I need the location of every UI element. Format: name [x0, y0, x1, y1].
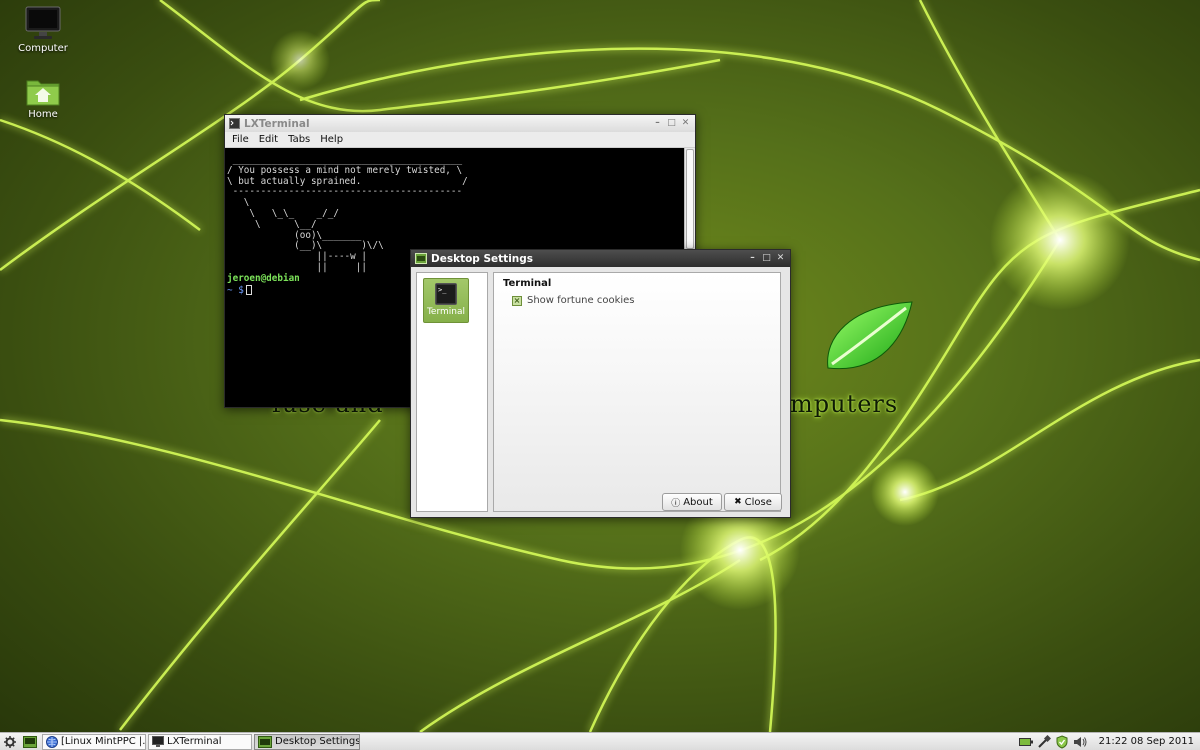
desktop-settings-window[interactable]: Desktop Settings – □ ✕ >_ Terminal Termi… — [410, 249, 791, 518]
settings-window-icon — [258, 735, 272, 748]
terminal-icon — [229, 118, 240, 129]
maximize-button[interactable]: □ — [666, 118, 677, 129]
lxterminal-titlebar[interactable]: LXTerminal – □ ✕ — [225, 115, 695, 132]
menu-edit[interactable]: Edit — [254, 134, 283, 145]
settings-panel: Terminal × Show fortune cookies ⓘ About … — [493, 272, 782, 512]
browser-globe-icon — [46, 735, 58, 748]
desktop-settings-titlebar[interactable]: Desktop Settings – □ ✕ — [411, 250, 790, 267]
close-button[interactable]: ✕ — [680, 118, 691, 129]
close-dialog-button[interactable]: ✖ Close — [724, 493, 782, 511]
computer-monitor-icon — [25, 6, 61, 39]
checkbox-checked-icon[interactable]: × — [512, 295, 522, 306]
about-label: About — [683, 496, 713, 508]
update-shield-icon[interactable] — [1053, 734, 1071, 749]
desktop-icon-computer[interactable]: Computer — [3, 6, 83, 54]
network-plug-icon[interactable] — [1035, 734, 1053, 749]
system-tray: 21:22 08 Sep 2011 — [1017, 733, 1200, 750]
menu-tabs[interactable]: Tabs — [283, 134, 315, 145]
desktop-icon-home[interactable]: Home — [3, 76, 83, 120]
about-button[interactable]: ⓘ About — [662, 493, 722, 511]
minimize-button[interactable]: – — [652, 118, 663, 129]
close-button[interactable]: ✕ — [775, 253, 786, 264]
section-heading: Terminal — [503, 278, 552, 289]
scrollbar-thumb[interactable] — [686, 149, 694, 249]
minimize-button[interactable]: – — [747, 253, 758, 264]
battery-icon[interactable] — [1017, 737, 1035, 747]
volume-icon[interactable] — [1071, 736, 1089, 748]
lxterminal-menubar: File Edit Tabs Help — [225, 132, 695, 148]
clock[interactable]: 21:22 08 Sep 2011 — [1089, 736, 1200, 747]
desktop-icon-label: Computer — [18, 43, 68, 54]
close-icon: ✖ — [734, 497, 742, 507]
menu-help[interactable]: Help — [315, 134, 348, 145]
gear-icon — [4, 735, 16, 748]
terminal-prompt: ~ $ — [227, 284, 244, 296]
window-title: Desktop Settings — [431, 252, 534, 265]
taskbar-task-lxterminal[interactable]: LXTerminal — [148, 733, 252, 750]
task-label: Desktop Settings — [275, 736, 360, 747]
settings-category-list: >_ Terminal — [416, 272, 488, 512]
home-folder-icon — [26, 80, 60, 106]
terminal-icon — [152, 736, 164, 747]
desktop-icon-label: Home — [28, 109, 58, 120]
task-label: [Linux MintPPC |... — [61, 736, 146, 747]
maximize-button[interactable]: □ — [761, 253, 772, 264]
terminal-cursor — [245, 284, 252, 295]
menu-file[interactable]: File — [227, 134, 254, 145]
mint-leaf-logo — [827, 301, 913, 370]
close-label: Close — [744, 496, 772, 508]
show-desktop-button[interactable] — [20, 733, 40, 750]
show-fortune-cookies-checkbox[interactable]: × Show fortune cookies — [512, 295, 635, 306]
terminal-icon: >_ — [435, 283, 457, 305]
category-terminal[interactable]: >_ Terminal — [423, 278, 469, 323]
window-title: LXTerminal — [244, 117, 310, 130]
wallpaper-text-right: mputers — [790, 390, 899, 418]
taskbar: [Linux MintPPC |... LXTerminal Desktop S… — [0, 732, 1200, 750]
settings-window-icon — [415, 253, 427, 264]
show-desktop-icon — [23, 735, 37, 748]
category-label: Terminal — [426, 307, 466, 317]
info-icon: ⓘ — [671, 498, 681, 509]
checkbox-label: Show fortune cookies — [527, 295, 635, 306]
task-label: LXTerminal — [167, 736, 222, 747]
taskbar-task-desktop-settings[interactable]: Desktop Settings — [254, 733, 360, 750]
taskbar-task-browser[interactable]: [Linux MintPPC |... — [42, 733, 146, 750]
menu-launcher-button[interactable] — [0, 733, 20, 750]
terminal-user: jeroen@debian — [227, 272, 300, 284]
